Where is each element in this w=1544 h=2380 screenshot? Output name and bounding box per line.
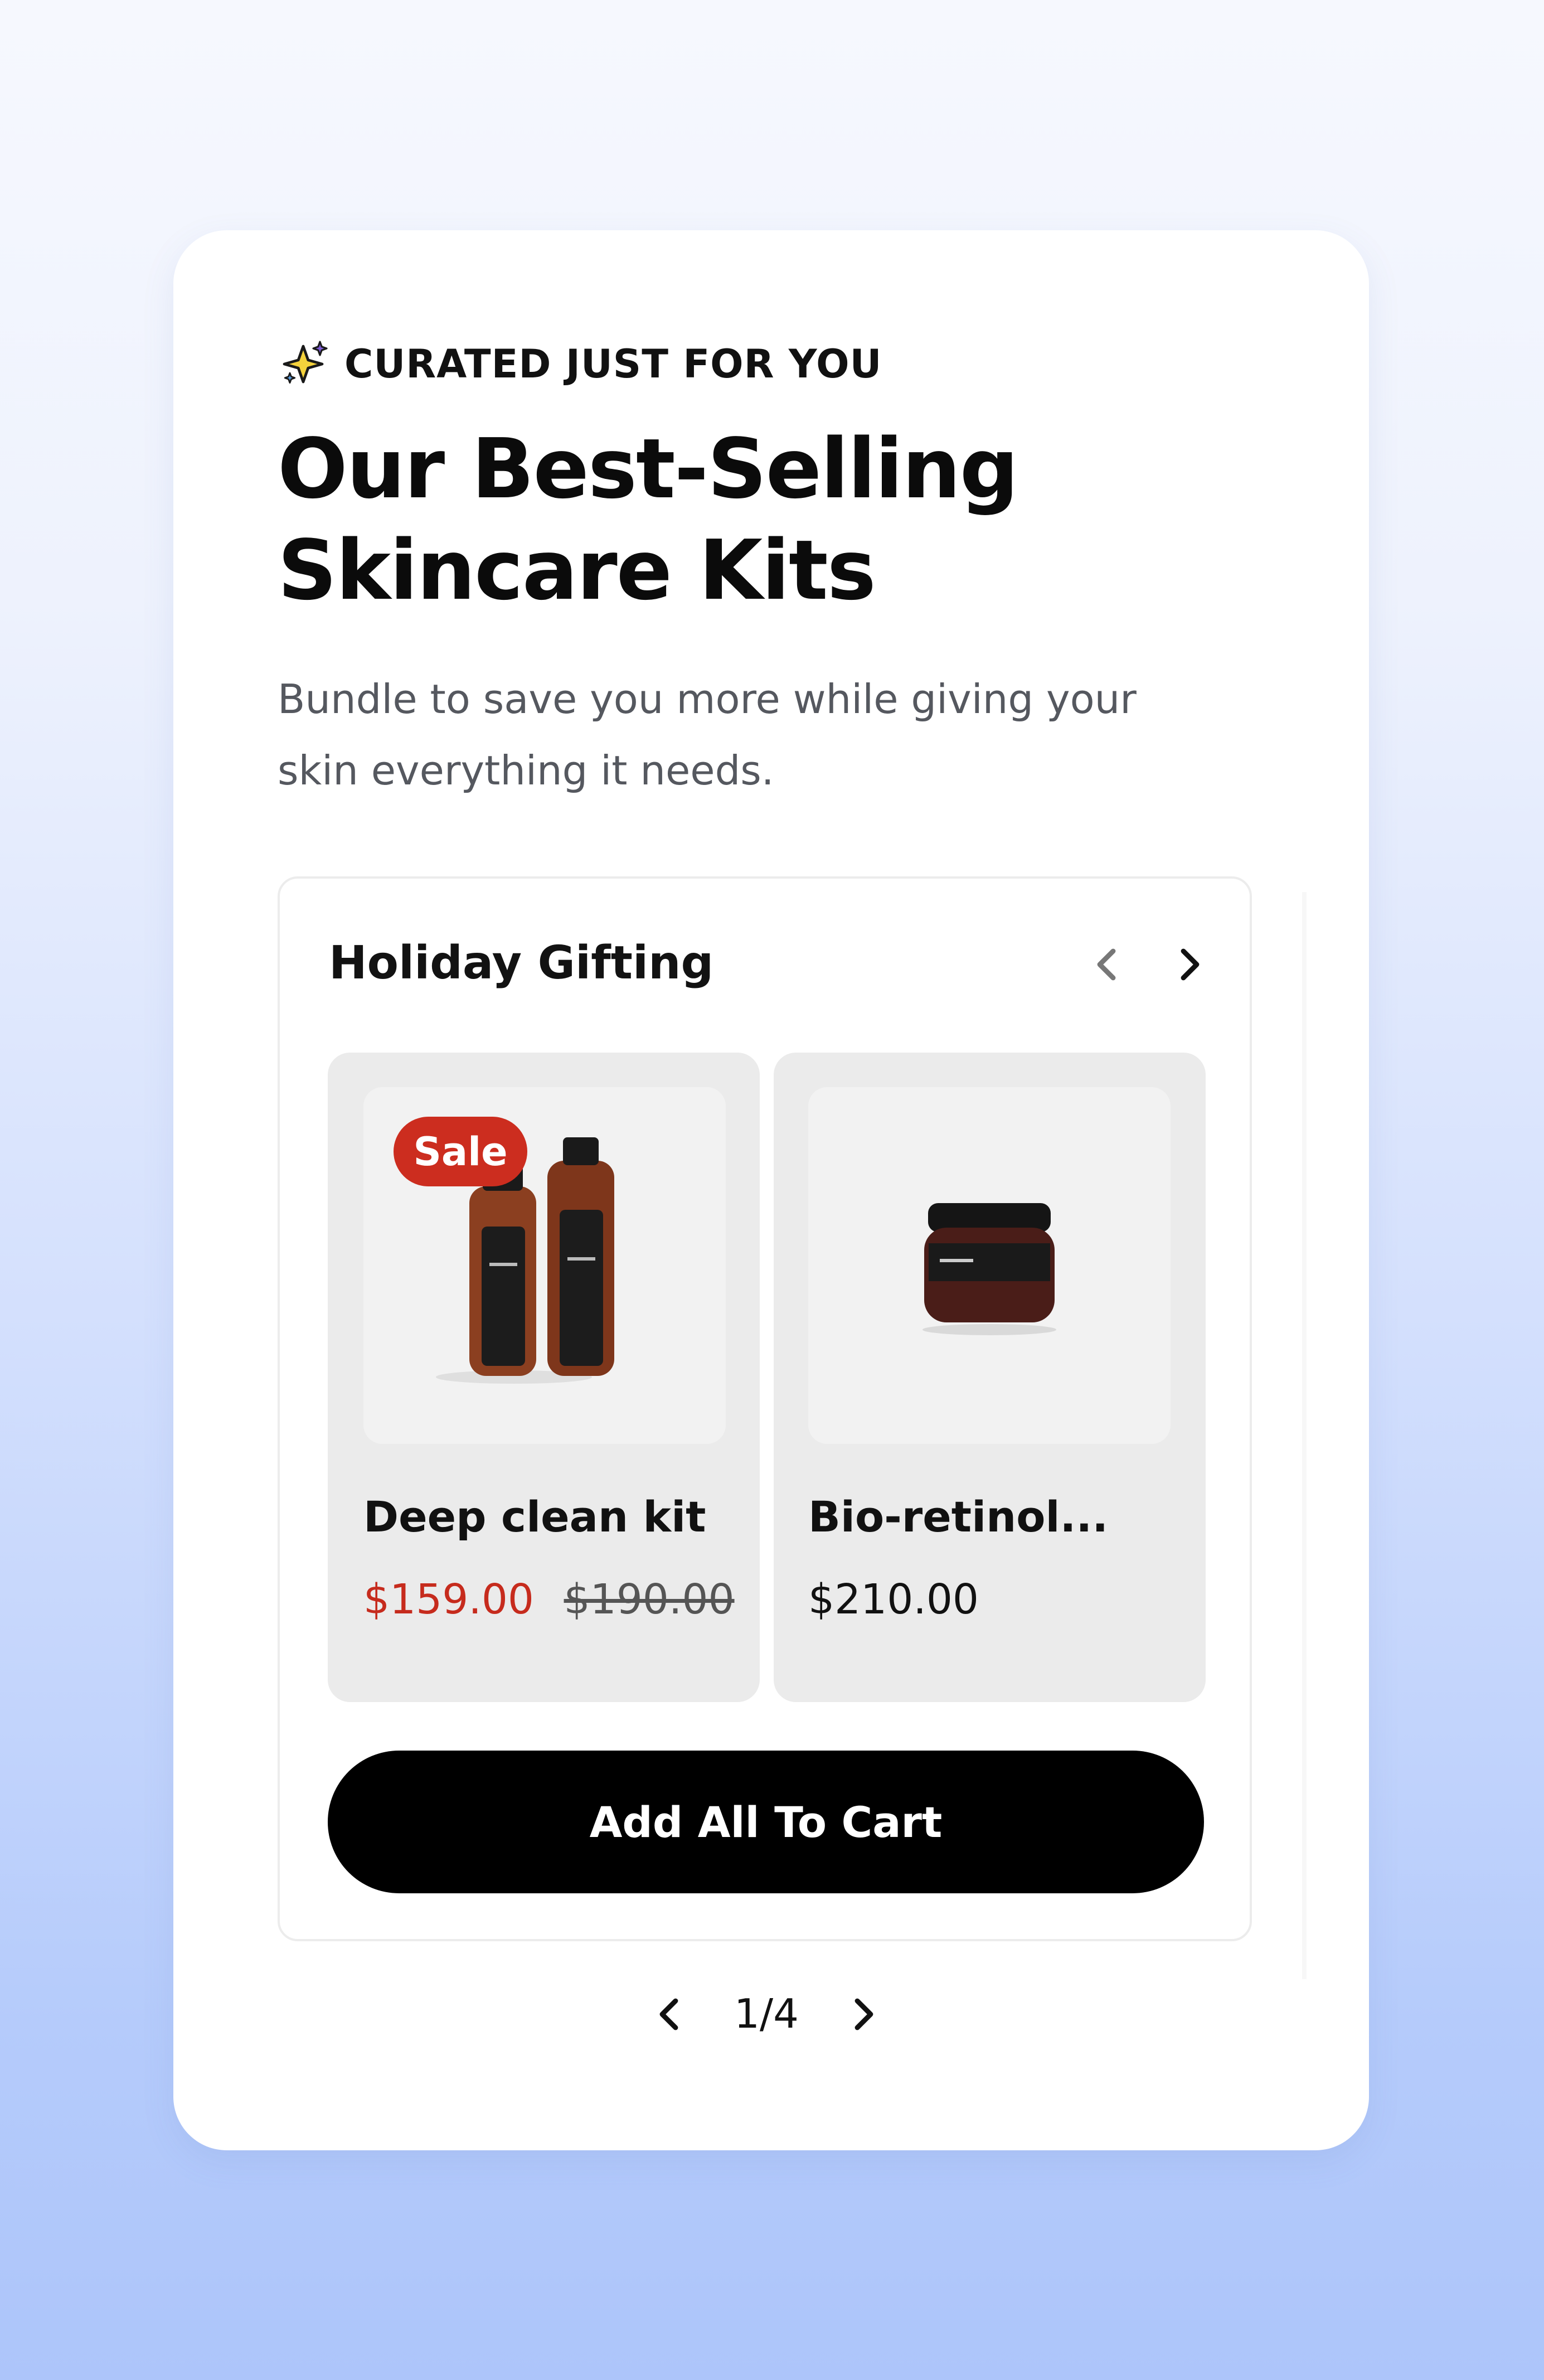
pager-label: 1/4 (734, 1990, 799, 2037)
sale-price: $159.00 (363, 1576, 535, 1623)
next-panel-edge (1302, 892, 1307, 1979)
product-name[interactable]: Bio-retinol... (808, 1492, 1108, 1542)
product-image-bio-retinol[interactable] (808, 1087, 1171, 1444)
chevron-left-icon (1097, 948, 1116, 981)
chevron-right-icon (1181, 948, 1200, 981)
page-description: Bundle to save you more while giving you… (278, 676, 1137, 794)
chevron-left-icon (659, 1998, 678, 2030)
eyebrow: CURATED JUST FOR YOU (279, 337, 882, 391)
pager-next-button[interactable] (839, 1989, 889, 2039)
jar-image (922, 1203, 1056, 1335)
bundle-next-button[interactable] (1165, 939, 1215, 990)
pager-prev-button[interactable] (644, 1989, 694, 2039)
sparkles-icon (283, 341, 328, 384)
sale-badge: Sale (394, 1117, 527, 1186)
bundle-prev-button[interactable] (1081, 939, 1132, 990)
bundle-title: Holiday Gifting (329, 937, 714, 990)
compare-price: $190.00 (564, 1576, 735, 1623)
eyebrow-text: CURATED JUST FOR YOU (344, 341, 882, 387)
add-all-to-cart-button[interactable]: Add All To Cart (328, 1751, 1204, 1893)
product-name[interactable]: Deep clean kit (363, 1492, 706, 1542)
page-title: Our Best-Selling Skincare Kits (278, 421, 1019, 618)
product-price: $159.00 $190.00 (363, 1576, 735, 1623)
product-price: $210.00 (808, 1576, 979, 1623)
chevron-right-icon (854, 1998, 873, 2030)
